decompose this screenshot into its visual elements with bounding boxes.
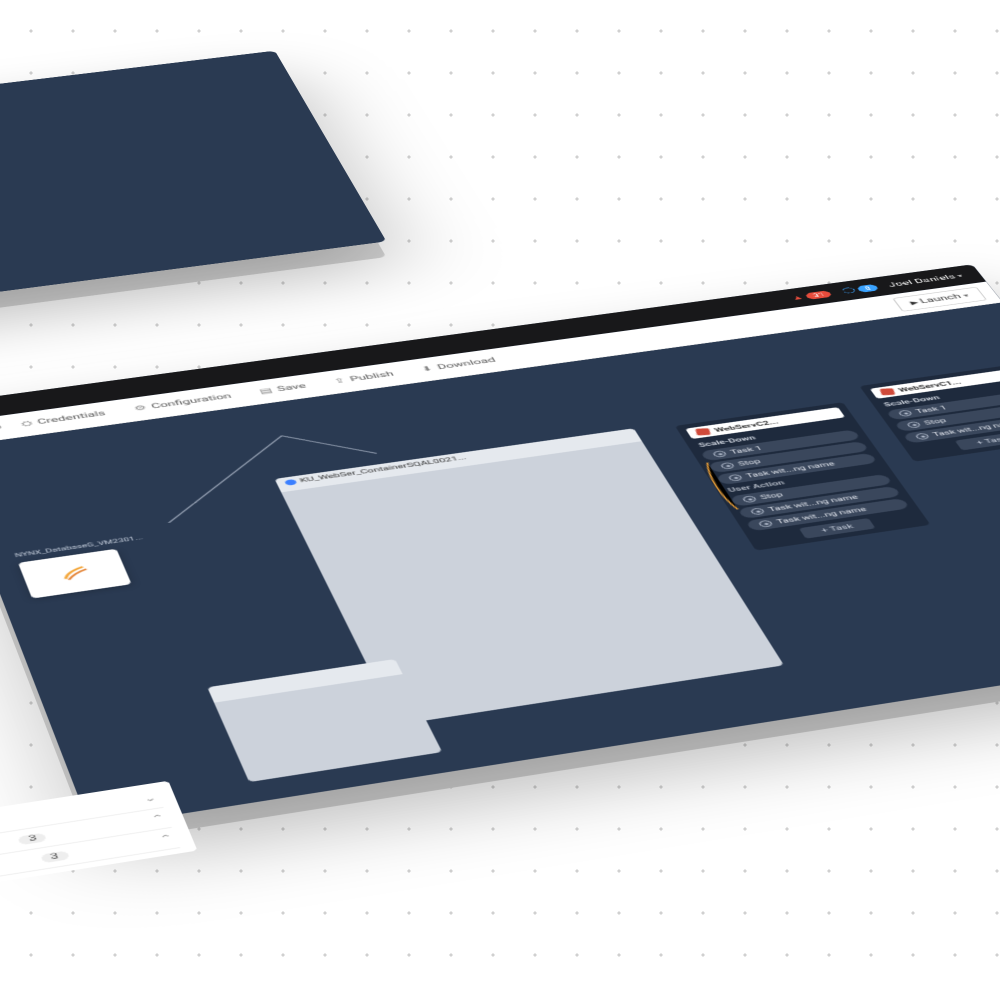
download-icon: ⬇ xyxy=(420,365,435,373)
count-badge: 3 xyxy=(18,832,47,845)
credentials-icon: ⛭ xyxy=(20,419,34,428)
configuration-label: Configuration xyxy=(150,392,233,410)
database-icon xyxy=(56,563,94,583)
refresh-icon: ◯ xyxy=(840,286,857,294)
add-task-button[interactable]: Task xyxy=(799,518,876,539)
redo-icon[interactable]: ↻ xyxy=(0,423,4,432)
alerts-count: 31 xyxy=(804,289,832,299)
gear-icon: ⚙ xyxy=(133,404,148,413)
service-icon xyxy=(880,388,896,395)
database-node-label: NYNX_DatabaseG_VM2301... xyxy=(14,534,144,558)
database-node[interactable]: NYNX_DatabaseG_VM2301... xyxy=(18,548,132,598)
publish-label: Publish xyxy=(349,370,396,383)
credentials-label: Credentials xyxy=(36,409,106,425)
bell-icon: ▲ xyxy=(790,293,806,301)
service-icon xyxy=(695,428,710,435)
publish-icon: ⇪ xyxy=(333,377,348,385)
chevron-icon: ⌃ xyxy=(158,833,175,844)
sync-count: 8 xyxy=(856,283,879,292)
task-item[interactable]: Task wit...ng name xyxy=(745,498,909,531)
download-label: Download xyxy=(436,356,497,371)
save-label: Save xyxy=(276,382,308,393)
save-button[interactable]: ▤ Save xyxy=(247,378,320,399)
task-panel-webservc1: WebServC1... Scale-Down Task 1 Stop Task… xyxy=(859,363,1000,462)
chevron-down-icon: ⌄ xyxy=(142,793,158,804)
save-icon: ▤ xyxy=(258,386,274,395)
blueprint-main-label: KU_WebSer_ContainerSQAL0021... xyxy=(284,454,468,485)
count-badge: 3 xyxy=(40,850,70,863)
alerts-badge[interactable]: ▲ 31 xyxy=(790,289,833,301)
blueprint-container-small[interactable] xyxy=(207,658,442,781)
status-dot-icon xyxy=(284,478,298,485)
sync-badge[interactable]: ◯ 8 xyxy=(840,283,879,294)
launch-label: Launch xyxy=(918,293,963,305)
